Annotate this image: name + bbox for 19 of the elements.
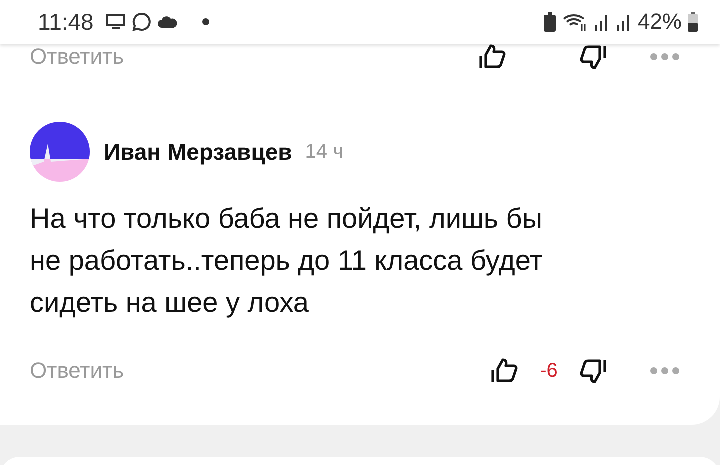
thumbs-up-icon[interactable] <box>478 44 508 70</box>
thumbs-down-icon[interactable] <box>578 44 608 70</box>
reply-link[interactable]: Ответить <box>30 44 124 70</box>
status-time: 11:48 <box>38 8 94 36</box>
comment-time: 14 ч <box>305 140 344 164</box>
chat-icon <box>132 12 152 32</box>
author-name[interactable]: Иван Мерзавцев <box>104 138 292 166</box>
rating-count: -6 <box>539 360 559 382</box>
signal-icon <box>616 13 632 31</box>
reply-link[interactable]: Ответить <box>30 358 124 384</box>
cloud-icon <box>158 15 178 29</box>
battery-percent: 42% <box>638 9 682 35</box>
battery-saver-icon <box>544 12 556 32</box>
dot-icon <box>202 18 210 26</box>
signal-icon <box>594 13 610 31</box>
screen-icon <box>106 14 126 30</box>
wifi-icon <box>562 12 588 32</box>
comment-text: На что только баба не пойдет, лишь бы не работать..теперь до 11 класса будет сидеть на шее у лоха <box>30 202 544 320</box>
battery-icon <box>688 12 698 32</box>
